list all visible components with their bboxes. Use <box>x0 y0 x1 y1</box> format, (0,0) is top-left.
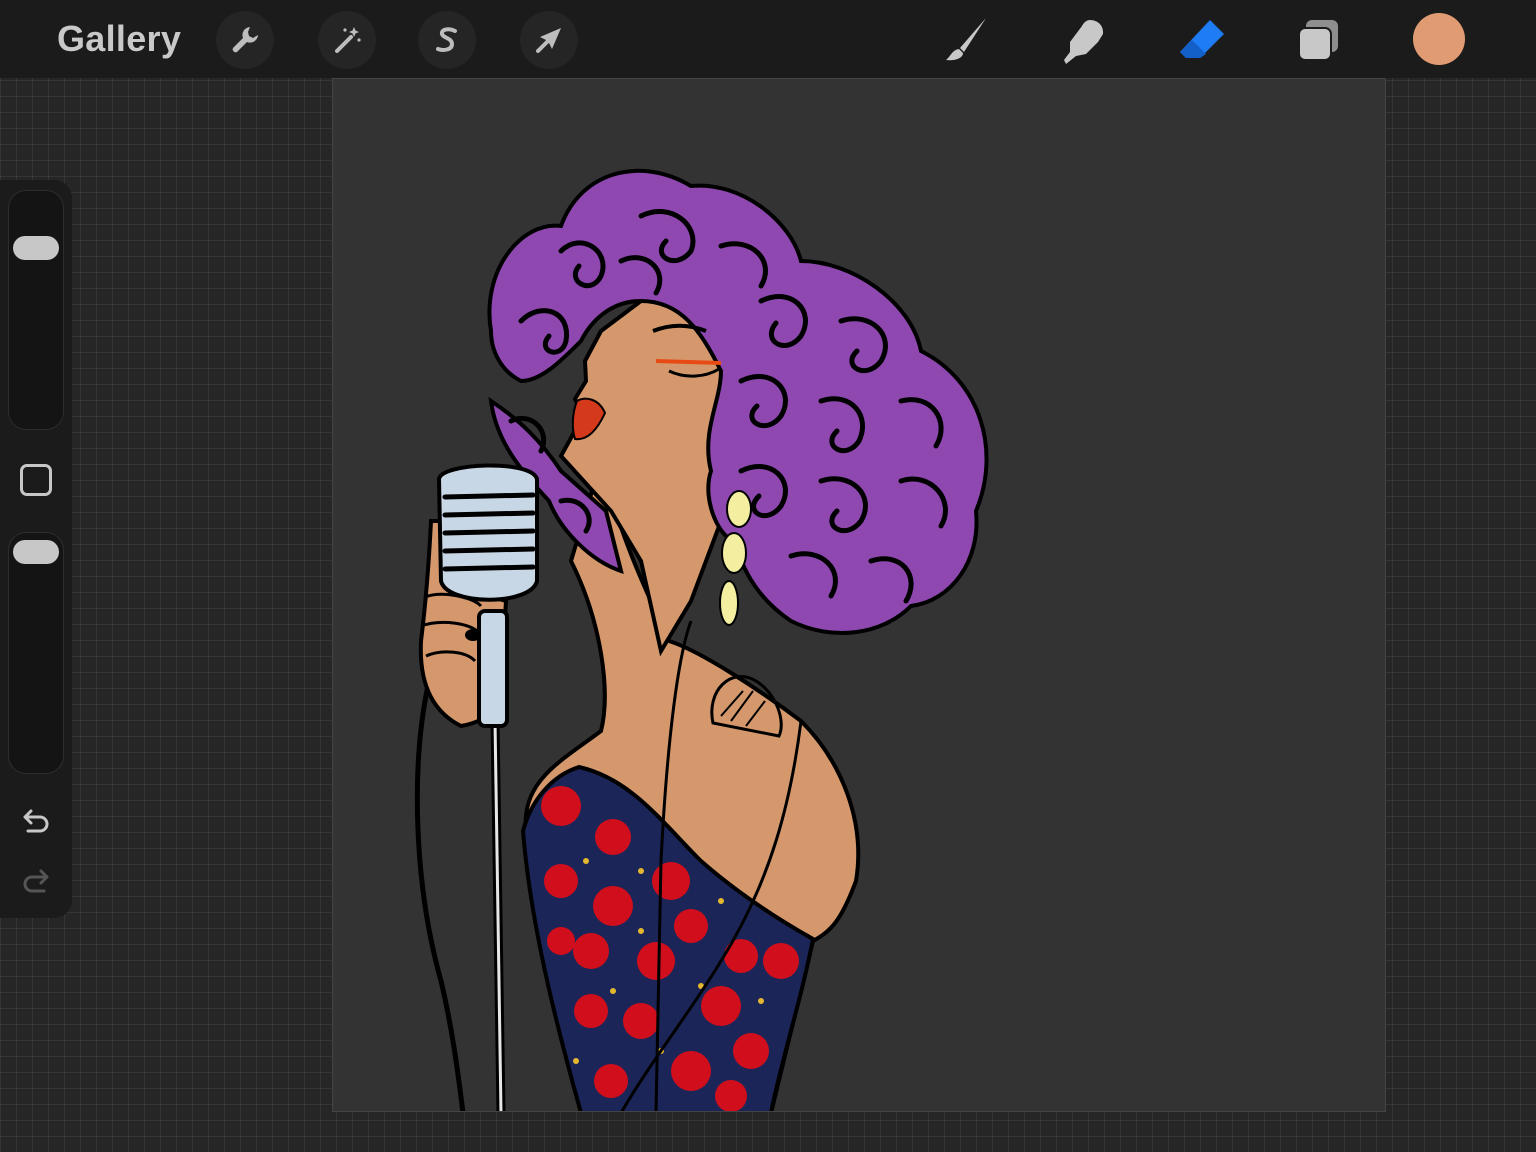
top-toolbar: Gallery <box>0 0 1536 78</box>
brush-tool-button[interactable] <box>938 12 994 68</box>
smudge-tool-button[interactable] <box>1056 12 1112 68</box>
redo-icon[interactable] <box>18 864 54 900</box>
arrow-cursor-icon <box>536 28 561 53</box>
brush-icon <box>946 18 986 61</box>
adjustments-button[interactable] <box>318 11 376 69</box>
gallery-button[interactable]: Gallery <box>57 18 181 60</box>
singer-illustration <box>414 168 989 1111</box>
layers-button[interactable] <box>1292 12 1348 68</box>
layers-icon <box>1298 20 1338 61</box>
opacity-slider[interactable] <box>8 532 64 774</box>
selection-button[interactable] <box>418 11 476 69</box>
selection-s-icon <box>436 27 457 52</box>
color-swatch[interactable] <box>1413 13 1465 65</box>
wrench-icon <box>232 27 258 53</box>
left-sidebar <box>0 180 72 918</box>
opacity-thumb[interactable] <box>13 540 59 564</box>
eraser-icon <box>1180 20 1224 58</box>
smudge-finger-icon <box>1064 20 1104 64</box>
brush-size-slider[interactable] <box>8 190 64 430</box>
magic-wand-icon <box>335 27 361 53</box>
transform-button[interactable] <box>520 11 578 69</box>
drawing-canvas[interactable] <box>332 78 1386 1112</box>
modify-button[interactable] <box>20 464 52 496</box>
undo-icon[interactable] <box>18 804 54 840</box>
actions-wrench-button[interactable] <box>216 11 274 69</box>
brush-size-thumb[interactable] <box>13 236 59 260</box>
eraser-tool-button[interactable] <box>1174 12 1230 68</box>
